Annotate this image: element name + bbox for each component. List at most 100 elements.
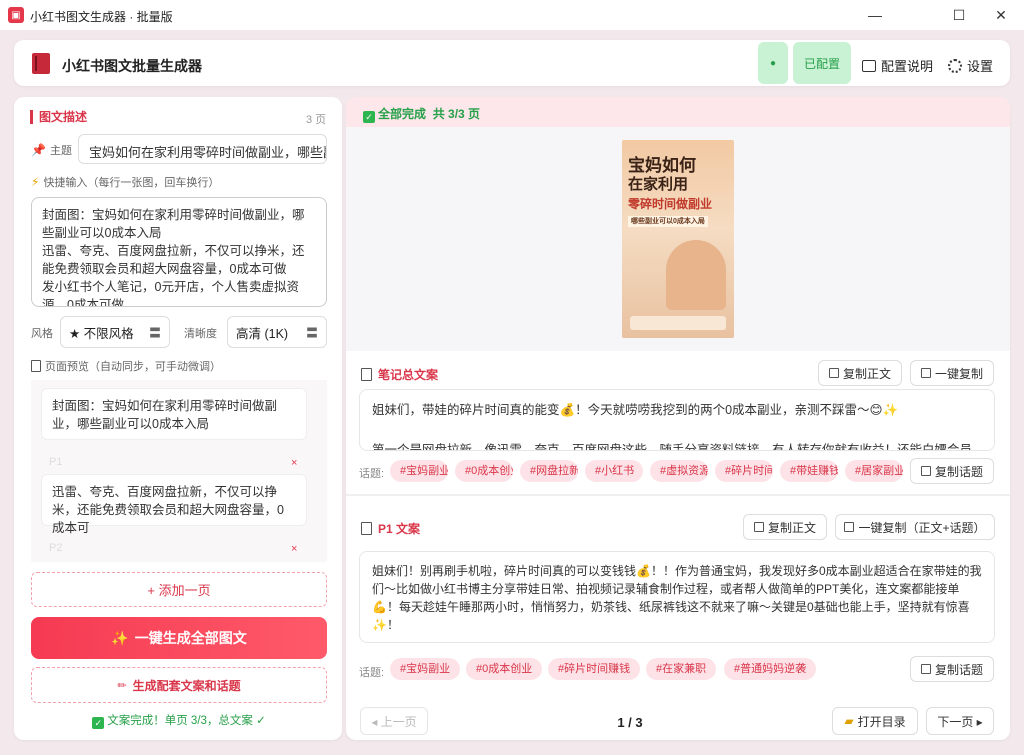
page-number: P1 xyxy=(49,456,63,468)
close-button[interactable]: ✕ xyxy=(978,0,1024,30)
topic-tag[interactable]: #虚拟资源 xyxy=(650,460,708,482)
preview-label: 页面预览（自动同步，可手动微调） xyxy=(45,361,221,373)
topic-tag[interactable]: #宝妈副业 xyxy=(390,460,448,482)
pen-icon: ✏ xyxy=(117,679,127,692)
delete-page-button[interactable]: × xyxy=(291,457,297,469)
lightning-icon: ⚡ xyxy=(31,175,40,189)
page-preview-list[interactable]: 封面图：宝妈如何在家利用零碎时间做副业，哪些副业可以0成本入局 P1 × 迅雷、… xyxy=(31,380,327,562)
copy-topics-label: 复制话题 xyxy=(934,464,983,479)
section-title: 图文描述 xyxy=(30,110,87,124)
topic-tag[interactable]: #在家兼职 xyxy=(646,658,717,680)
topic-label: 主题 xyxy=(49,145,72,157)
next-page-button[interactable]: 下一页 ▸ xyxy=(926,707,994,735)
dropdown-icon: 〓 xyxy=(148,325,161,340)
note-section-title: 笔记总文案 xyxy=(361,366,438,383)
topic-tag[interactable]: #碎片时间 xyxy=(715,460,773,482)
generate-copy-label: 生成配套文案和话题 xyxy=(132,678,241,693)
copy-icon xyxy=(920,664,931,674)
status-dot-badge: ● xyxy=(758,42,788,84)
monitor-icon xyxy=(862,59,876,72)
copy-body-label: 复制正文 xyxy=(842,366,891,381)
style-label: 风格 xyxy=(31,328,53,340)
copy-icon xyxy=(828,368,839,378)
topic-tag[interactable]: #小红书 xyxy=(585,460,643,482)
dropdown-icon: 〓 xyxy=(305,325,318,340)
config-help-button[interactable]: 配置说明 xyxy=(862,56,933,75)
page-indicator: 1 / 3 xyxy=(617,715,643,730)
topic-tag[interactable]: #普通妈妈逆袭 xyxy=(724,658,817,680)
clarity-select[interactable]: 高清 (1K) 〓 xyxy=(227,316,327,348)
done-total: 共 3/3 页 xyxy=(432,107,481,121)
cover-title-line-1: 宝妈如何 xyxy=(628,156,696,175)
note-copy-topics-button[interactable]: 复制话题 xyxy=(910,458,994,484)
topic-tag[interactable]: #网盘拉新 xyxy=(520,460,578,482)
topic-tag[interactable]: #带娃赚钱 xyxy=(780,460,838,482)
minimize-button[interactable]: — xyxy=(852,0,898,30)
cover-photo xyxy=(666,240,726,310)
document-icon xyxy=(361,368,372,381)
page-number: P2 xyxy=(49,542,63,554)
page-count: 3 页 xyxy=(306,114,327,126)
prev-page-button[interactable]: ◂ 上一页 xyxy=(360,707,428,735)
style-select[interactable]: ★ 不限风格 〓 xyxy=(60,316,170,348)
done-label: 全部完成 xyxy=(378,107,427,121)
copy-body-label: 复制正文 xyxy=(767,520,816,535)
quick-input-textarea[interactable]: 封面图：宝妈如何在家利用零碎时间做副业，哪些副业可以0成本入局 迅雷、夸克、百度… xyxy=(31,197,327,307)
pin-icon: 📌 xyxy=(31,143,46,157)
clarity-value: 高清 (1K) xyxy=(236,326,289,341)
preview-label-row: 页面预览（自动同步，可手动微调） xyxy=(31,358,221,374)
quick-input-label: 快捷输入（每行一张图，回车换行） xyxy=(43,177,220,189)
note-copy-all-button[interactable]: 一键复制 xyxy=(910,360,994,386)
app-title: 小红书图文批量生成器 xyxy=(62,58,202,74)
topic-tag[interactable]: #碎片时间赚钱 xyxy=(548,658,641,680)
check-icon: ✓ xyxy=(92,717,105,729)
settings-label: 设置 xyxy=(967,59,994,74)
cover-title-line-3: 零碎时间做副业 xyxy=(628,197,713,211)
note-copy-body-button[interactable]: 复制正文 xyxy=(818,360,902,386)
generate-all-button[interactable]: ✨ 一键生成全部图文 xyxy=(31,617,327,659)
p1-text[interactable]: 姐妹们！别再刷手机啦，碎片时间真的可以变钱钱💰！！作为普通宝妈，我发现好多0成本… xyxy=(359,551,995,643)
p1-copy-topics-button[interactable]: 复制话题 xyxy=(910,656,994,682)
app-icon: ▣ xyxy=(8,7,24,23)
p1-title: P1 文案 xyxy=(378,522,421,536)
copy-all-label: 一键复制 xyxy=(934,366,983,381)
p1-copy-all-button[interactable]: 一键复制（正文+话题） xyxy=(835,514,995,540)
p1-topic-label: 话题: xyxy=(359,667,385,679)
page-card-p1[interactable]: 迅雷、夸克、百度网盘拉新，不仅可以挣米，还能免费领取会员和超大网盘容量，0成本可 xyxy=(41,474,307,535)
copy-all-label: 一键复制（正文+话题） xyxy=(858,520,986,535)
note-topic-label: 话题: xyxy=(359,468,385,480)
copy-icon xyxy=(920,466,931,476)
topic-input[interactable]: 宝妈如何在家利用零碎时间做副业，哪些副 xyxy=(78,134,327,164)
copy-topics-label: 复制话题 xyxy=(934,662,983,677)
status-message: ✓ 文案完成！单页 3/3，总文案 ✓ xyxy=(31,712,327,729)
note-title: 笔记总文案 xyxy=(378,368,439,382)
topic-tag[interactable]: #0成本创业 xyxy=(455,460,513,482)
edit-document-icon xyxy=(361,522,372,535)
open-folder-button[interactable]: ▰ 打开目录 xyxy=(832,707,918,735)
configured-badge[interactable]: 已配置 xyxy=(793,42,851,84)
cover-title-line-2: 在家利用 xyxy=(628,176,689,193)
cover-footer xyxy=(630,316,726,330)
page-card-cover[interactable]: 封面图：宝妈如何在家利用零碎时间做副业，哪些副业可以0成本入局 xyxy=(41,388,307,440)
clarity-label: 清晰度 xyxy=(184,328,217,340)
quick-label-row: ⚡ 快捷输入（每行一张图，回车换行） xyxy=(31,174,219,190)
topic-tag[interactable]: #宝妈副业 xyxy=(390,658,461,680)
topic-tag[interactable]: #居家副业 xyxy=(845,460,903,482)
section-divider xyxy=(346,494,1010,496)
style-value: ★ 不限风格 xyxy=(69,326,134,341)
check-icon: ✓ xyxy=(363,111,375,123)
cover-subtitle: 哪些副业可以0成本入局 xyxy=(628,216,708,227)
window-title: 小红书图文生成器 · 批量版 xyxy=(30,10,173,24)
maximize-button[interactable]: ☐ xyxy=(936,0,982,30)
add-page-button[interactable]: + 添加一页 xyxy=(31,572,327,607)
note-text[interactable]: 姐妹们，带娃的碎片时间真的能变💰！今天就唠唠我挖到的两个0成本副业，亲测不踩雷～… xyxy=(359,389,995,451)
delete-page-button[interactable]: × xyxy=(291,543,297,555)
cover-image[interactable]: 宝妈如何 在家利用 零碎时间做副业 哪些副业可以0成本入局 xyxy=(622,140,734,338)
clipboard-icon xyxy=(31,360,41,372)
p1-copy-body-button[interactable]: 复制正文 xyxy=(743,514,827,540)
settings-button[interactable]: 设置 xyxy=(948,56,993,75)
p1-section-title: P1 文案 xyxy=(361,520,420,537)
copy-icon xyxy=(844,522,855,532)
generate-copy-button[interactable]: ✏ 生成配套文案和话题 xyxy=(31,667,327,703)
topic-tag[interactable]: #0成本创业 xyxy=(466,658,543,680)
